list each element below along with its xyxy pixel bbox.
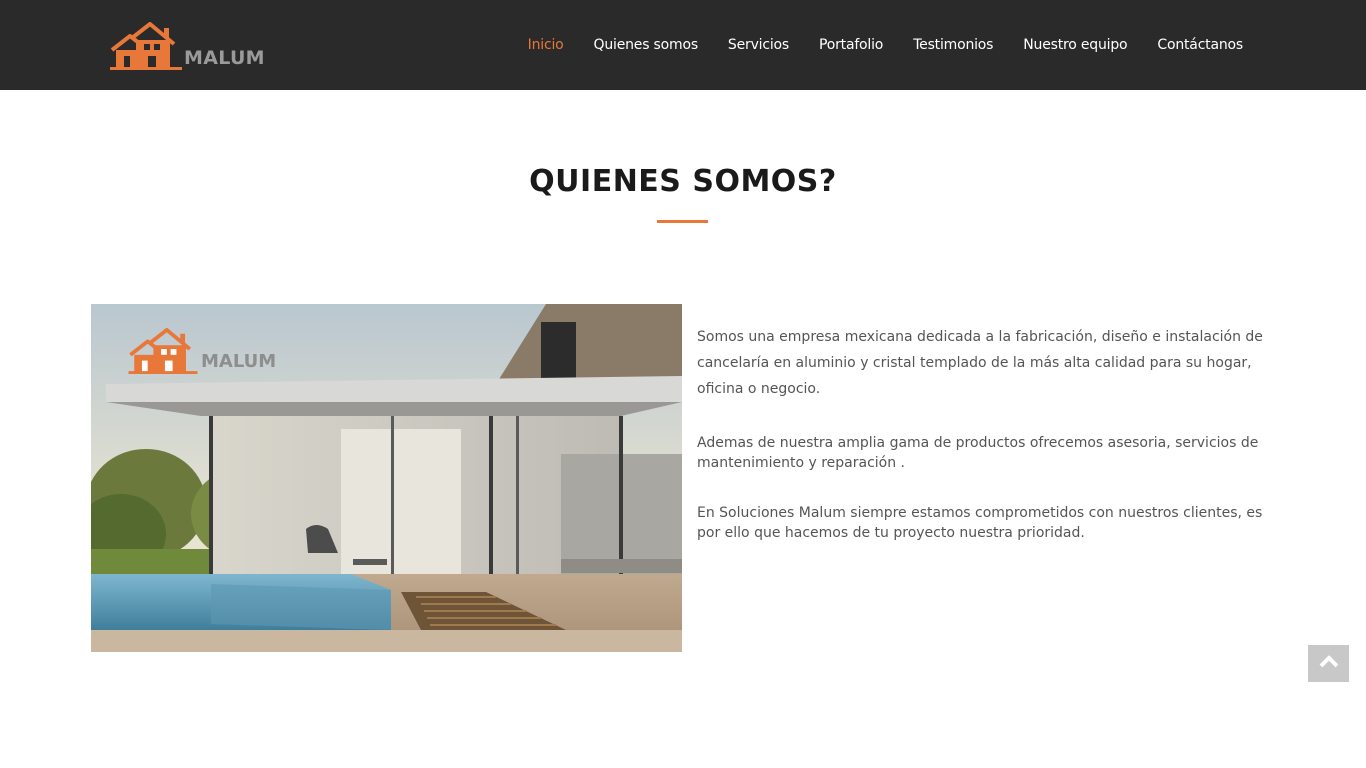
about-paragraph: Ademas de nuestra amplia gama de product… — [697, 435, 1259, 471]
title-underline — [657, 220, 708, 223]
section-title: QUIENES SOMOS? — [529, 164, 837, 199]
brand-logo[interactable]: MALUM — [110, 20, 265, 70]
about-photo: MALUM — [91, 304, 682, 652]
scroll-to-top-button[interactable] — [1308, 645, 1349, 682]
nav-item-inicio[interactable]: Inicio — [528, 37, 564, 53]
about-paragraph: Somos una empresa mexicana dedicada a la… — [697, 329, 1263, 397]
nav-item-portafolio[interactable]: Portafolio — [819, 37, 883, 53]
house-logo-icon — [110, 22, 182, 70]
nav-item-contactanos[interactable]: Contáctanos — [1157, 37, 1243, 53]
nav-item-testimonios[interactable]: Testimonios — [913, 37, 993, 53]
site-header: MALUM Inicio Quienes somos Servicios Por… — [0, 0, 1366, 90]
nav-item-nuestro-equipo[interactable]: Nuestro equipo — [1023, 37, 1127, 53]
photo-watermark-logo: MALUM — [127, 328, 276, 374]
brand-name: MALUM — [184, 47, 265, 69]
about-paragraph: En Soluciones Malum siempre estamos comp… — [697, 505, 1263, 541]
nav-item-quienes-somos[interactable]: Quienes somos — [594, 37, 699, 53]
house-logo-icon — [127, 328, 199, 374]
photo-logo-text: MALUM — [201, 351, 277, 372]
nav-item-servicios[interactable]: Servicios — [728, 37, 789, 53]
about-text: Somos una empresa mexicana dedicada a la… — [697, 324, 1267, 543]
main-nav: Inicio Quienes somos Servicios Portafoli… — [498, 0, 1244, 90]
chevron-up-icon — [1319, 654, 1339, 673]
